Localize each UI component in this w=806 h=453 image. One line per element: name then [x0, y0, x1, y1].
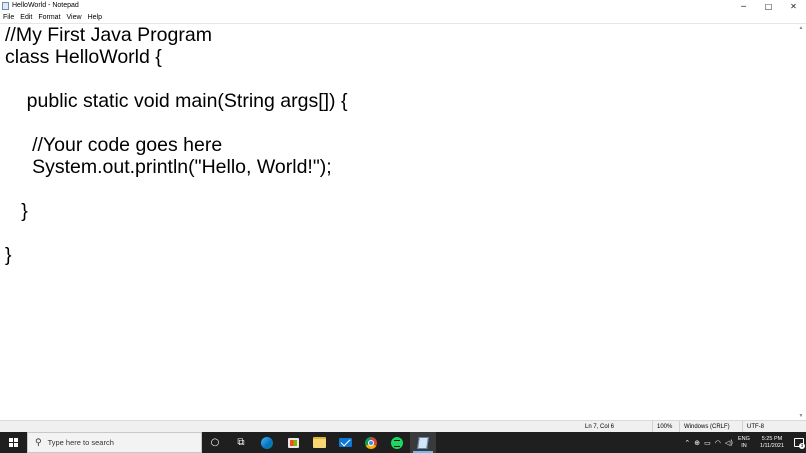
menu-help[interactable]: Help: [85, 12, 105, 23]
minimize-button[interactable]: ─: [731, 0, 756, 12]
taskbar-search-box[interactable]: ⚲ Type here to search: [27, 432, 202, 453]
spotify-icon[interactable]: [384, 432, 410, 453]
text-editor-area[interactable]: //My First Java Program class HelloWorld…: [0, 23, 806, 420]
mail-icon[interactable]: [332, 432, 358, 453]
battery-icon[interactable]: ▭: [704, 439, 711, 447]
menu-file[interactable]: File: [0, 12, 17, 23]
clock-time: 5:25 PM: [761, 435, 783, 442]
cortana-icon[interactable]: ○: [202, 432, 228, 453]
editor-line-7: System.out.println("Hello, World!");: [5, 156, 332, 178]
input-language[interactable]: ENG IN: [738, 436, 750, 450]
clock-date: 1/11/2021: [759, 442, 784, 449]
editor-line-1: //My First Java Program: [5, 24, 212, 46]
network-adapter-icon[interactable]: ⊕: [694, 439, 700, 447]
window-title: HelloWorld - Notepad: [12, 2, 79, 9]
clock[interactable]: 5:25 PM 1/11/2021: [760, 436, 784, 450]
menu-view[interactable]: View: [64, 12, 85, 23]
volume-icon[interactable]: ◁): [725, 439, 733, 447]
language-secondary: IN: [741, 442, 747, 449]
taskbar: ⚲ Type here to search ○ ⧉ ⌃ ⊕ ▭ ◠ ◁) ENG…: [0, 432, 806, 453]
editor-line-6: //Your code goes here: [5, 134, 223, 156]
windows-logo-icon: [9, 438, 18, 447]
notepad-app-icon[interactable]: [2, 2, 9, 10]
maximize-button[interactable]: □: [756, 0, 781, 12]
language-primary: ENG: [738, 435, 750, 442]
scroll-down-icon[interactable]: ▼: [798, 413, 804, 419]
editor-line-9: }: [5, 200, 28, 222]
scroll-up-icon[interactable]: ▲: [798, 25, 804, 31]
notepad-icon[interactable]: [410, 432, 436, 453]
menu-edit[interactable]: Edit: [17, 12, 35, 23]
task-view-icon[interactable]: ⧉: [228, 432, 254, 453]
menu-bar: File Edit Format View Help: [0, 12, 806, 23]
editor-line-2: class HelloWorld {: [5, 46, 162, 68]
wifi-icon[interactable]: ◠: [715, 439, 721, 447]
notification-badge: 3: [799, 443, 805, 449]
start-button[interactable]: [0, 432, 27, 453]
editor-line-11: }: [5, 244, 12, 266]
edge-icon[interactable]: [254, 432, 280, 453]
chrome-icon[interactable]: [358, 432, 384, 453]
close-button[interactable]: ✕: [781, 0, 806, 12]
system-tray: ⌃ ⊕ ▭ ◠ ◁) ENG IN 5:25 PM 1/11/2021 3: [682, 432, 806, 453]
notification-center-button[interactable]: 3: [792, 432, 806, 453]
editor-line-4: public static void main(String args[]) {: [5, 90, 348, 112]
chevron-up-icon[interactable]: ⌃: [684, 439, 690, 447]
search-placeholder: Type here to search: [47, 438, 114, 447]
window-controls: ─ □ ✕: [731, 0, 806, 12]
search-icon: ⚲: [35, 437, 42, 448]
store-icon[interactable]: [280, 432, 306, 453]
title-bar[interactable]: HelloWorld - Notepad ─ □ ✕: [0, 0, 806, 12]
file-explorer-icon[interactable]: [306, 432, 332, 453]
menu-format[interactable]: Format: [35, 12, 63, 23]
